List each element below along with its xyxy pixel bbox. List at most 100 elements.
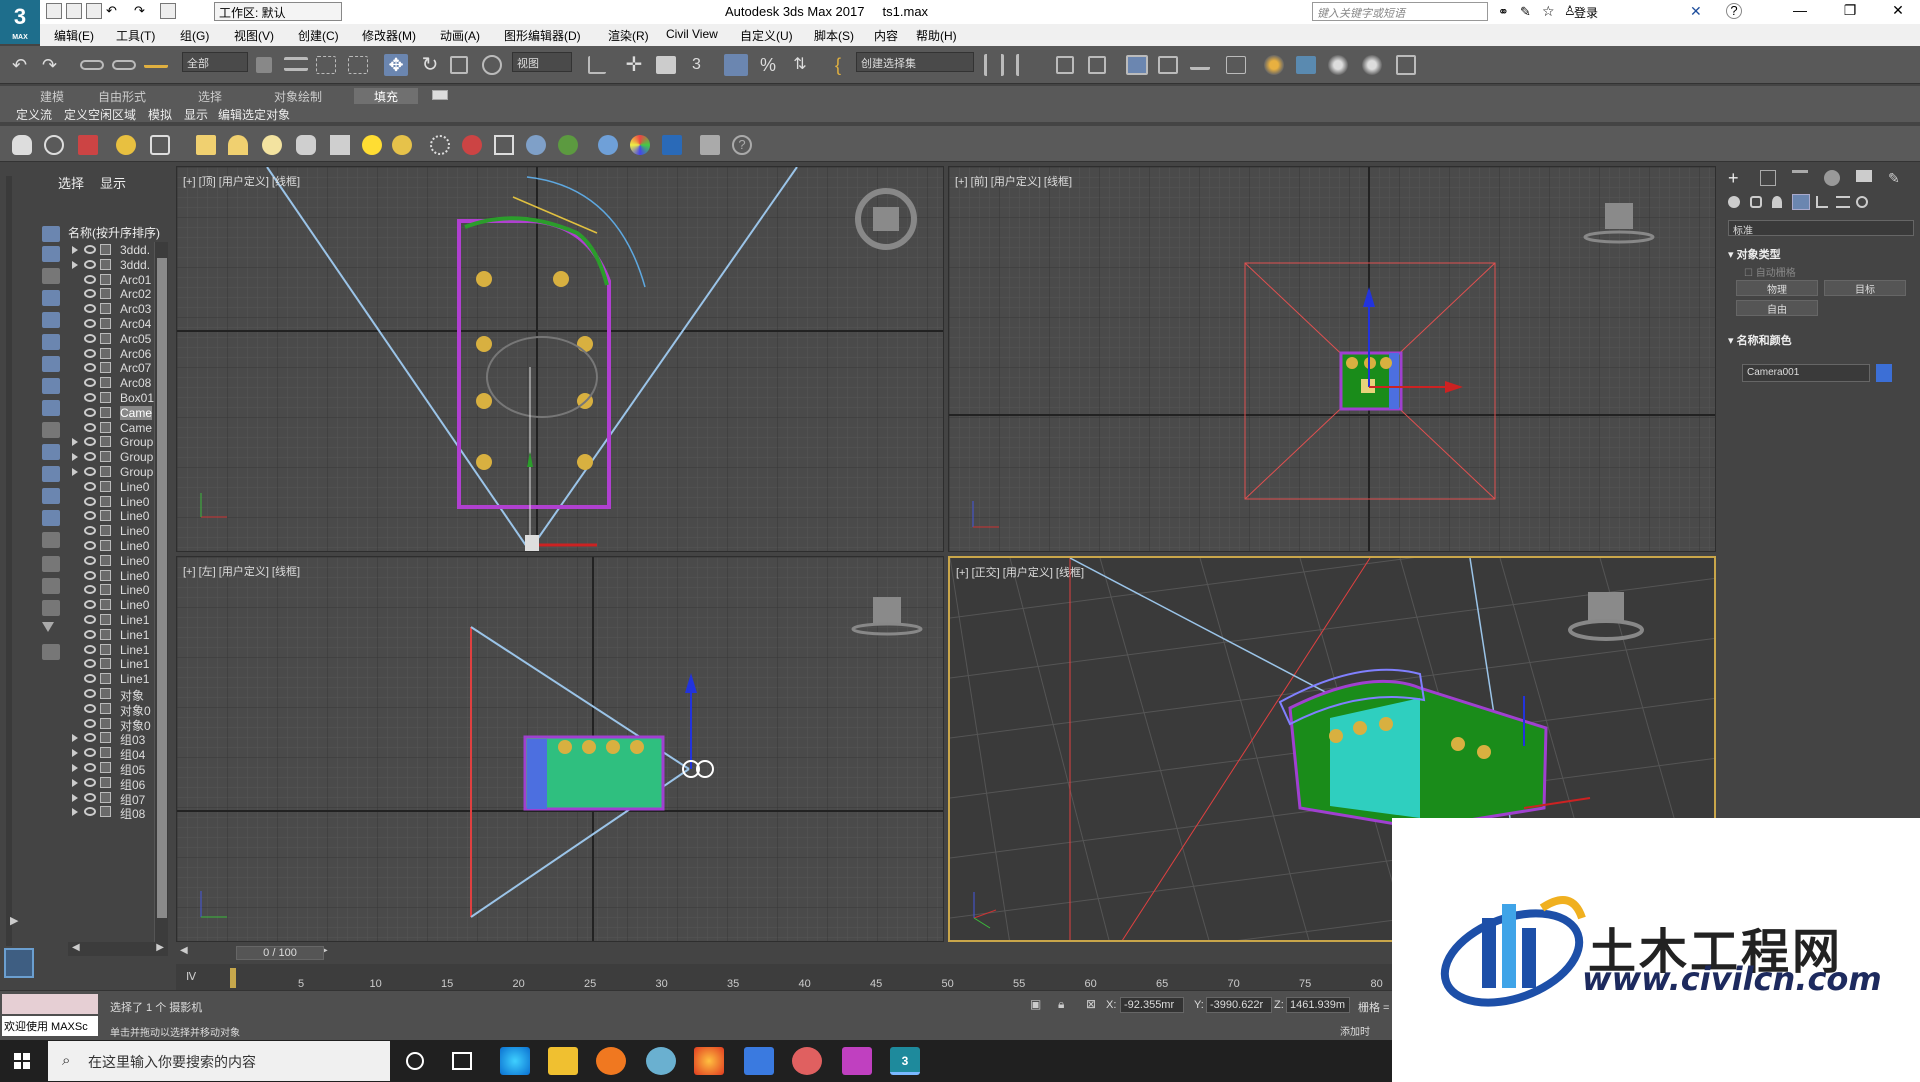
- target-camera-button[interactable]: 目标: [1824, 280, 1906, 296]
- visibility-eye-icon[interactable]: [84, 378, 96, 388]
- display-all-icon[interactable]: [42, 226, 60, 242]
- menu-create[interactable]: 创建(C): [298, 27, 339, 44]
- select-dependents-icon[interactable]: [42, 578, 60, 594]
- menu-rendering[interactable]: 渲染(R): [608, 27, 649, 44]
- display-influences-icon[interactable]: [42, 556, 60, 572]
- spacewarps-icon[interactable]: [1836, 196, 1850, 208]
- app-pink-icon[interactable]: [842, 1047, 872, 1075]
- menu-scripting[interactable]: 脚本(S): [814, 27, 854, 44]
- app-orange-icon[interactable]: [596, 1047, 626, 1075]
- camera-icon[interactable]: [150, 135, 170, 155]
- firefox-icon[interactable]: [694, 1047, 724, 1075]
- visibility-eye-icon[interactable]: [84, 363, 96, 373]
- menu-tools[interactable]: 工具(T): [116, 27, 155, 44]
- expand-arrow-icon[interactable]: [72, 246, 78, 254]
- ribbon-options-icon[interactable]: [432, 90, 448, 100]
- project-folder-icon[interactable]: [160, 3, 176, 19]
- display-hidden-icon[interactable]: [42, 488, 60, 504]
- display-shapes-icon[interactable]: [42, 268, 60, 284]
- workspace-select[interactable]: 工作区: 默认: [214, 2, 342, 21]
- maxscript-input[interactable]: 欢迎使用 MAXSc: [2, 1016, 98, 1036]
- viewport-layout-icon[interactable]: [4, 948, 34, 978]
- tab-populate[interactable]: 填充: [354, 88, 419, 105]
- y-coordinate-field[interactable]: -3990.622r: [1206, 997, 1272, 1013]
- visibility-eye-icon[interactable]: [84, 733, 96, 743]
- taskbar-search-input[interactable]: 在这里输入你要搜索的内容: [48, 1041, 390, 1081]
- object-color-swatch[interactable]: [1876, 364, 1892, 382]
- save-file-icon[interactable]: [86, 3, 102, 19]
- snaps-toggle-icon[interactable]: 3: [692, 54, 716, 76]
- subtab-display[interactable]: 显示: [184, 106, 208, 123]
- spot-light-icon[interactable]: [330, 135, 350, 155]
- mirror-icon[interactable]: [984, 54, 1004, 76]
- viewport-left[interactable]: [+] [左] [用户定义] [线框]: [176, 556, 944, 942]
- tab-modeling[interactable]: 建模: [40, 88, 64, 105]
- viewport-front[interactable]: [+] [前] [用户定义] [线框]: [948, 166, 1716, 552]
- object-name-input[interactable]: Camera001: [1742, 364, 1870, 382]
- displacement-icon[interactable]: [526, 135, 546, 155]
- search-input[interactable]: 键入关键字或短语: [1312, 2, 1488, 21]
- favorites-icon[interactable]: ☆: [1542, 3, 1555, 20]
- open-file-icon[interactable]: [66, 3, 82, 19]
- image-plane-icon[interactable]: [78, 135, 98, 155]
- visibility-eye-icon[interactable]: [84, 348, 96, 358]
- redo-icon[interactable]: ↷: [134, 3, 150, 19]
- visibility-eye-icon[interactable]: [84, 689, 96, 698]
- viewport-label[interactable]: [+] [顶] [用户定义] [线框]: [183, 173, 300, 189]
- cortana-icon[interactable]: [406, 1052, 424, 1070]
- display-bones-icon[interactable]: [42, 422, 60, 438]
- visibility-eye-icon[interactable]: [84, 496, 96, 506]
- keyboard-shortcut-icon[interactable]: [656, 56, 676, 74]
- layer-explorer-icon[interactable]: [1056, 56, 1074, 74]
- selection-filter-select[interactable]: 全部: [182, 52, 248, 72]
- app-red-icon[interactable]: [792, 1047, 822, 1075]
- plane-light-icon[interactable]: [196, 135, 216, 155]
- select-object-icon[interactable]: [256, 57, 272, 73]
- visibility-eye-icon[interactable]: [84, 481, 96, 491]
- schematic-view-icon[interactable]: [1190, 54, 1210, 70]
- 3dsmax-taskbar-icon[interactable]: 3: [890, 1047, 920, 1075]
- visibility-eye-icon[interactable]: [84, 452, 96, 462]
- utilities-tab-icon[interactable]: ✎: [1888, 170, 1904, 186]
- display-helpers-icon[interactable]: [42, 334, 60, 350]
- display-all-visible-icon[interactable]: [42, 510, 60, 526]
- app-cloud-icon[interactable]: [646, 1047, 676, 1075]
- align-icon[interactable]: [1016, 54, 1034, 76]
- visibility-eye-icon[interactable]: [84, 304, 96, 314]
- scene-list-hscrollbar[interactable]: ◀ ▶: [68, 942, 168, 956]
- display-geometry-icon[interactable]: [42, 246, 60, 262]
- frame-buffer-icon[interactable]: [662, 135, 682, 155]
- expand-arrow-icon[interactable]: [72, 808, 78, 817]
- visibility-eye-icon[interactable]: [84, 393, 96, 402]
- render-cloud-icon[interactable]: [1362, 55, 1382, 75]
- visibility-eye-icon[interactable]: [84, 319, 96, 328]
- helpers-icon[interactable]: [1816, 196, 1828, 208]
- display-spacewarps-icon[interactable]: [42, 356, 60, 372]
- sky-icon[interactable]: [392, 135, 412, 155]
- curve-editor-icon[interactable]: [1158, 56, 1178, 74]
- visibility-eye-icon[interactable]: [84, 644, 96, 654]
- teapot-icon[interactable]: [12, 135, 32, 155]
- undo-icon[interactable]: ↶: [106, 3, 122, 19]
- motion-tab-icon[interactable]: [1824, 170, 1840, 186]
- help-icon[interactable]: ?: [732, 135, 752, 155]
- notepad-icon[interactable]: [744, 1047, 774, 1075]
- fur-icon[interactable]: [462, 135, 482, 155]
- subtab-edit-selected[interactable]: 编辑选定对象: [218, 106, 290, 123]
- maxscript-listener-mini[interactable]: [2, 994, 98, 1014]
- tab-select[interactable]: 选择: [58, 173, 84, 192]
- exchange-icon[interactable]: ✕: [1690, 3, 1702, 20]
- placement-icon[interactable]: [482, 55, 502, 75]
- tab-display[interactable]: 显示: [100, 173, 126, 192]
- expand-arrow-icon[interactable]: [72, 260, 78, 269]
- expand-arrow-icon[interactable]: [72, 734, 78, 743]
- isolate-icon[interactable]: ▣: [1030, 997, 1041, 1011]
- tab-selection[interactable]: 选择: [198, 88, 222, 105]
- filter-icon[interactable]: [42, 622, 54, 632]
- binoculars-icon[interactable]: ⚭: [1498, 4, 1509, 20]
- x-coordinate-field[interactable]: -92.355mr: [1120, 997, 1184, 1013]
- display-groups-icon[interactable]: [42, 378, 60, 394]
- menu-graph-editors[interactable]: 图形编辑器(D): [504, 27, 581, 44]
- select-scale-icon[interactable]: [450, 56, 468, 74]
- viewport-label[interactable]: [+] [左] [用户定义] [线框]: [183, 563, 300, 579]
